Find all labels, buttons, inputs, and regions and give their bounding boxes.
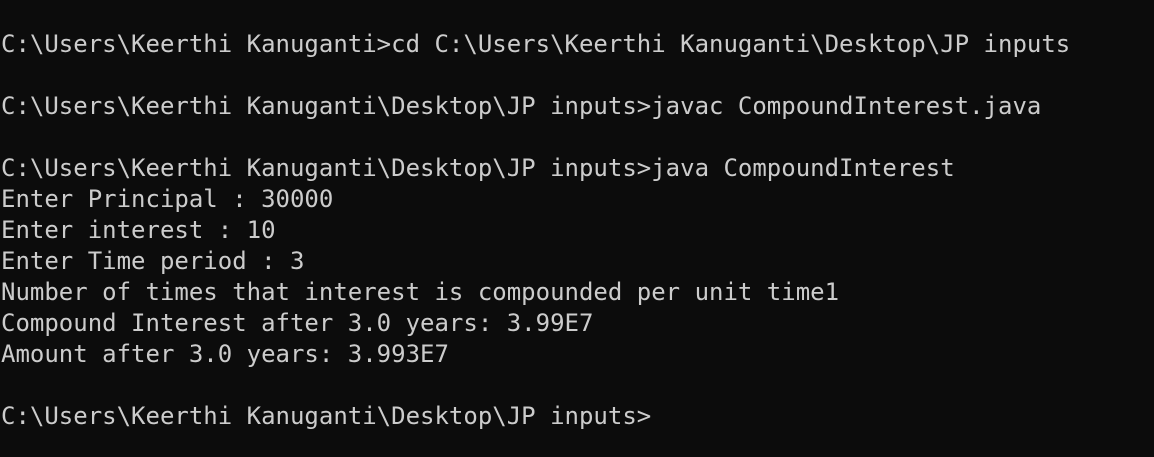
command-line-javac: C:\Users\Keerthi Kanuganti\Desktop\JP in… (1, 92, 1042, 120)
command-line-java: C:\Users\Keerthi Kanuganti\Desktop\JP in… (1, 154, 955, 182)
output-compound-interest: Compound Interest after 3.0 years: 3.99E… (1, 309, 594, 337)
output-amount: Amount after 3.0 years: 3.993E7 (1, 340, 449, 368)
current-prompt[interactable]: C:\Users\Keerthi Kanuganti\Desktop\JP in… (0, 401, 1154, 432)
output-time-period-prompt: Enter Time period : 3 (1, 247, 305, 275)
prompt-text: C:\Users\Keerthi Kanuganti\Desktop\JP in… (1, 402, 652, 430)
command-line-cd: C:\Users\Keerthi Kanuganti>cd C:\Users\K… (1, 30, 1071, 58)
terminal-window[interactable]: C:\Users\Keerthi Kanuganti>cd C:\Users\K… (0, 0, 1154, 457)
output-principal-prompt: Enter Principal : 30000 (1, 185, 334, 213)
output-interest-prompt: Enter interest : 10 (1, 216, 276, 244)
output-compounding-prompt: Number of times that interest is compoun… (1, 278, 840, 306)
